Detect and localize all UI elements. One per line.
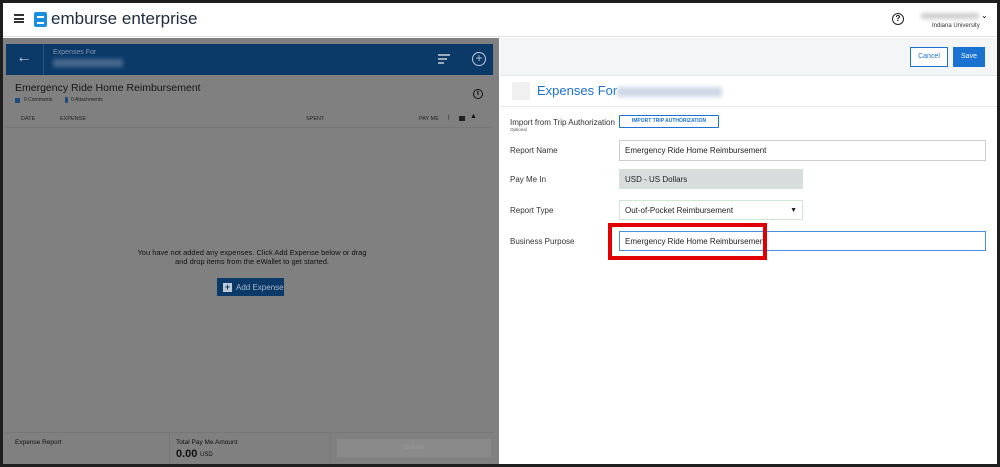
form-title: Expenses For	[537, 83, 618, 98]
caret-down-icon: ▼	[790, 206, 797, 214]
import-label: Import from Trip Authorization	[510, 118, 615, 127]
submit-button[interactable]: Submit	[337, 439, 491, 457]
total-label: Total Pay Me Amount	[176, 439, 238, 446]
comments-count[interactable]: 0 Comments	[24, 97, 52, 103]
report-name-input[interactable]: Emergency Ride Home Reimbursement	[619, 140, 986, 161]
brand-name: emburse enterprise	[51, 9, 198, 28]
info-icon[interactable]: i	[473, 89, 483, 99]
comment-icon	[459, 116, 465, 121]
logo-icon	[34, 12, 47, 27]
help-icon[interactable]: ?	[892, 13, 904, 25]
add-expense-button[interactable]: + Add Expense	[217, 278, 284, 296]
col-pay-me: PAY ME	[419, 116, 439, 122]
org-name: Indiana University	[932, 23, 980, 29]
pay-me-in-field: USD - US Dollars	[619, 169, 803, 189]
report-type-select[interactable]: Out-of-Pocket Reimbursement ▼	[619, 200, 803, 220]
attachment-icon[interactable]	[65, 97, 68, 103]
form-toolbar: Cancel Save	[500, 38, 997, 76]
back-arrow-icon[interactable]: ←	[16, 49, 32, 67]
col-expense: EXPENSE	[60, 116, 86, 122]
save-button[interactable]: Save	[953, 47, 985, 67]
cancel-button[interactable]: Cancel	[910, 47, 948, 67]
report-name-label: Report Name	[510, 146, 558, 155]
footer: Expense Report Total Pay Me Amount 0.00 …	[6, 432, 493, 464]
business-purpose-label: Business Purpose	[510, 237, 575, 246]
report-type-value: Out-of-Pocket Reimbursement	[625, 205, 734, 215]
add-expense-label: Add Expense	[236, 282, 284, 292]
plus-icon: +	[223, 281, 232, 292]
sort-icon[interactable]	[438, 54, 450, 64]
col-spent: SPENT	[306, 116, 325, 122]
header-title: Expenses For	[53, 49, 97, 56]
report-type-label: Report Type	[510, 206, 554, 215]
import-optional: Optional	[510, 127, 527, 132]
wallet-icon	[512, 82, 530, 100]
col-date: DATE	[21, 116, 36, 122]
chevron-down-icon[interactable]: ⌄	[981, 11, 988, 20]
empty-message: You have not added any expenses. Click A…	[137, 248, 367, 266]
expense-report-panel: ← Expenses For + Emergency Ride Home Rei…	[3, 38, 499, 464]
paperclip-icon: ⌇	[447, 115, 451, 122]
report-form-panel: Cancel Save Expenses For Import from Tri…	[500, 38, 997, 464]
top-bar: emburse enterprise ? ⌄ Indiana Universit…	[3, 3, 997, 37]
menu-icon[interactable]	[14, 14, 24, 23]
comments-icon[interactable]	[15, 98, 20, 103]
report-title: Emergency Ride Home Reimbursement	[15, 82, 201, 94]
total-currency: USD	[200, 452, 213, 458]
highlight-box	[608, 223, 767, 260]
employee-name	[617, 87, 722, 97]
import-trip-authorization-button[interactable]: IMPORT TRIP AUTHORIZATION	[619, 115, 719, 128]
user-name[interactable]	[921, 13, 979, 19]
add-circle-icon[interactable]: +	[472, 52, 486, 66]
pay-me-in-label: Pay Me In	[510, 175, 547, 184]
report-header: ← Expenses For +	[6, 44, 493, 75]
footer-report-label: Expense Report	[15, 439, 62, 446]
employee-name	[53, 59, 123, 67]
warning-icon: ▲	[470, 113, 477, 120]
attachments-count[interactable]: 0 Attachments	[71, 97, 103, 103]
total-value: 0.00	[176, 448, 198, 460]
